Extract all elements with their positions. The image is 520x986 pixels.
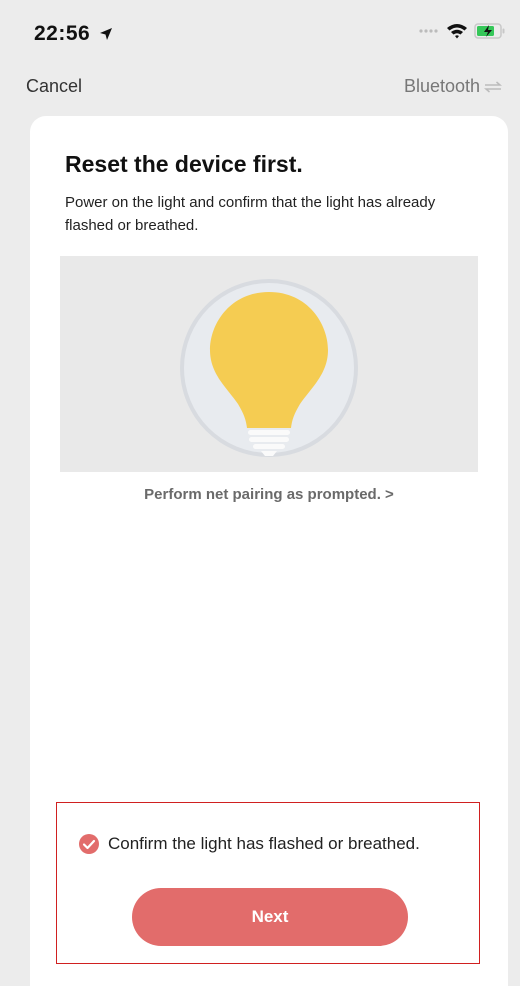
confirm-label: Confirm the light has flashed or breathe… — [108, 834, 420, 853]
check-circle-icon[interactable] — [78, 833, 100, 855]
status-bar: 22:56 — [0, 0, 520, 64]
cancel-button[interactable]: Cancel — [26, 76, 82, 97]
wifi-icon — [447, 24, 467, 39]
time-text: 22:56 — [34, 22, 91, 45]
status-time: 22:56 — [34, 22, 113, 46]
battery-charging-icon — [474, 23, 505, 39]
bluetooth-label: Bluetooth — [403, 76, 480, 96]
status-icons — [418, 22, 506, 40]
next-button[interactable]: Next — [132, 888, 408, 946]
net-pairing-link[interactable]: Perform net pairing as prompted. > — [30, 486, 508, 503]
confirm-checkbox-row[interactable]: Confirm the light has flashed or breathe… — [78, 833, 420, 855]
nav-bar: Cancel Bluetooth — [0, 64, 520, 110]
bluetooth-mode-toggle[interactable]: Bluetooth — [404, 76, 502, 97]
device-illustration — [60, 256, 478, 472]
light-bulb-icon — [180, 279, 358, 457]
page-description: Power on the light and confirm that the … — [65, 194, 436, 234]
location-arrow-icon — [99, 28, 112, 41]
switch-arrows-icon — [484, 80, 502, 93]
page-title: Reset the device first. — [65, 151, 303, 177]
signal-dots-icon — [419, 29, 438, 33]
